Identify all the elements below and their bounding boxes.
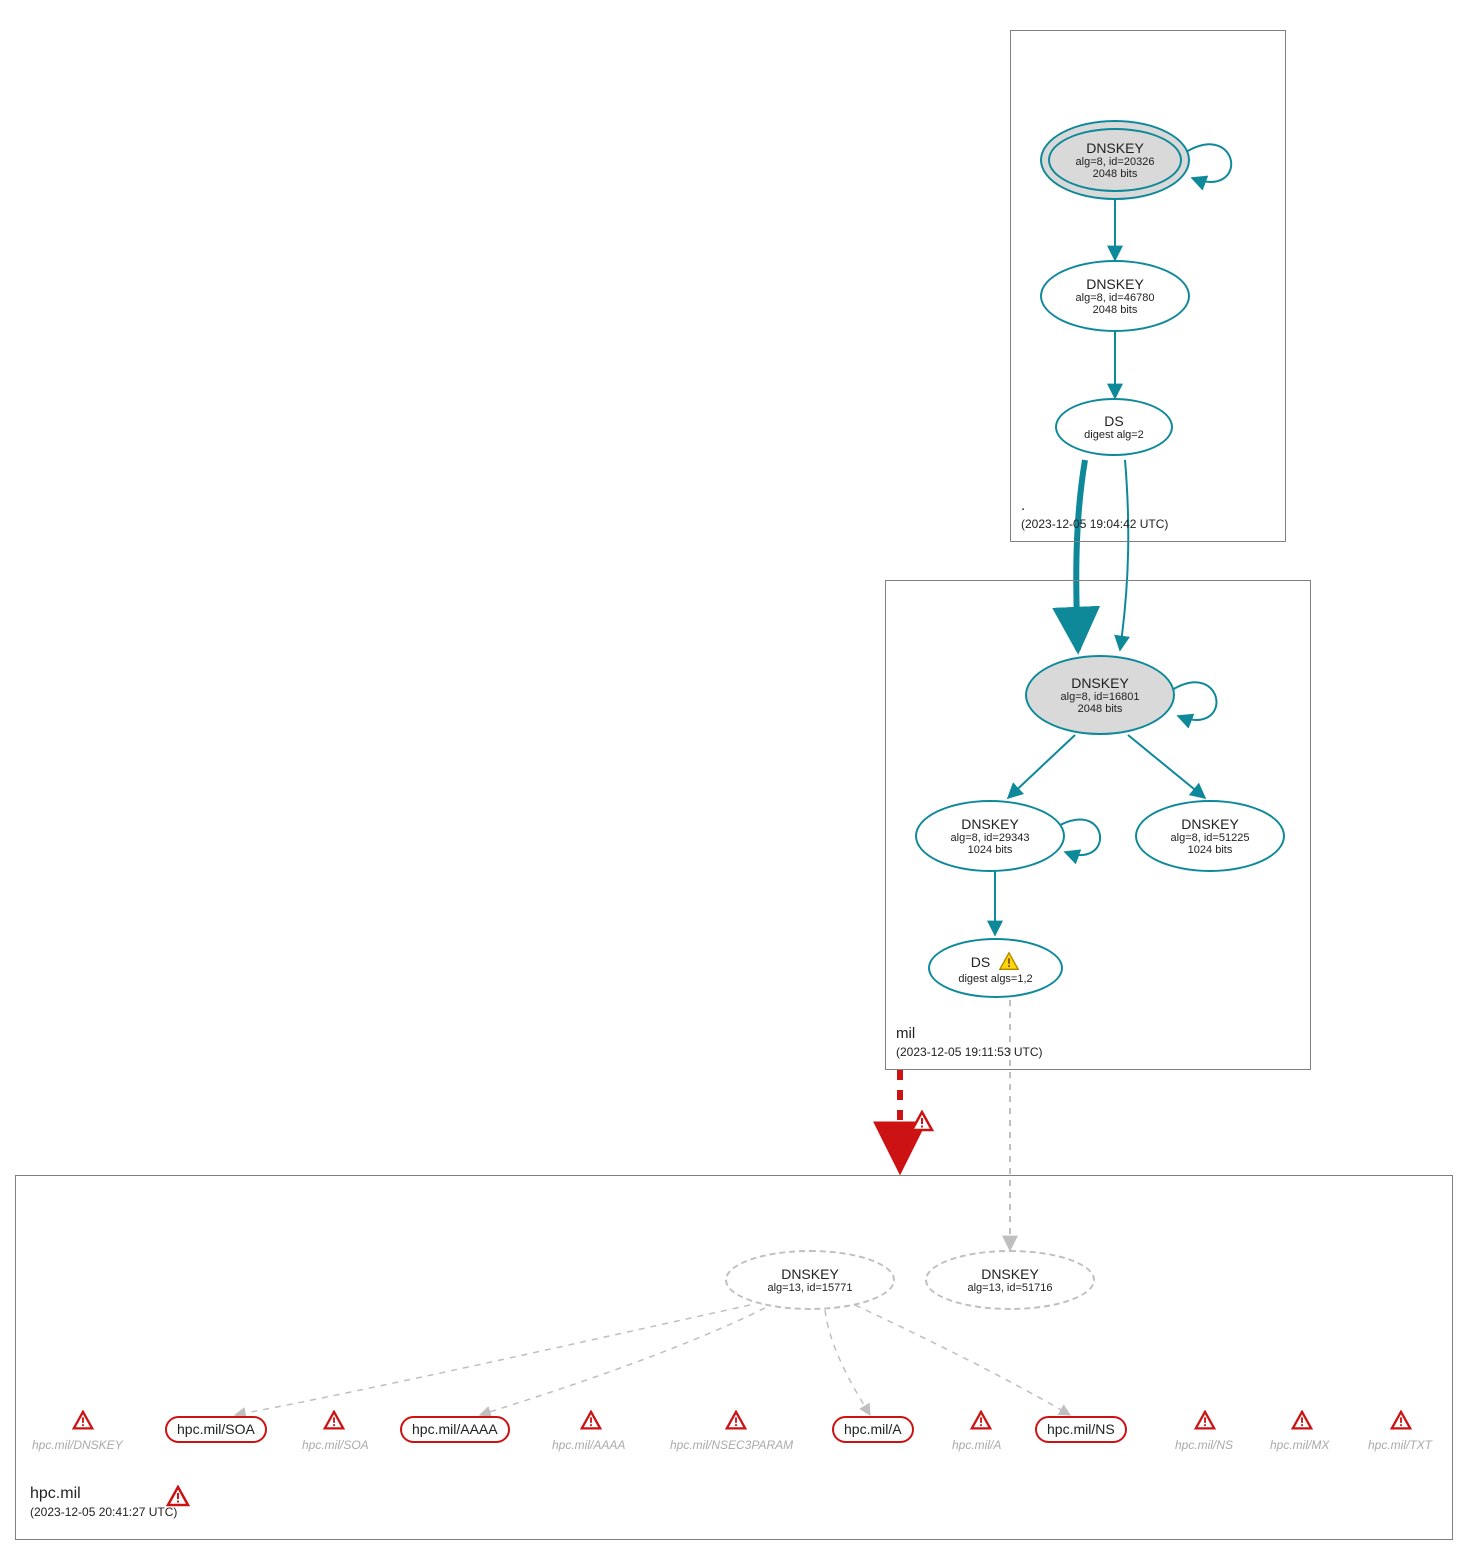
mil-dnskey-zsk2[interactable]: DNSKEY alg=8, id=51225 1024 bits (1135, 800, 1285, 872)
error-icon (166, 1485, 190, 1509)
hpc-dnskey-2[interactable]: DNSKEY alg=13, id=51716 (925, 1250, 1095, 1310)
error-icon (725, 1410, 747, 1432)
error-icon (1194, 1410, 1216, 1432)
warning-icon (998, 951, 1020, 973)
node-title: DNSKEY (1071, 675, 1129, 691)
hpc-rr-mx-gray: hpc.mil/MX (1270, 1438, 1329, 1452)
zone-mil-name: mil (896, 1025, 915, 1042)
root-dnskey-zsk[interactable]: DNSKEY alg=8, id=46780 2048 bits (1040, 260, 1190, 332)
error-icon (910, 1110, 934, 1134)
node-line2: alg=8, id=51225 (1171, 832, 1250, 844)
zone-root-ts: (2023-12-05 19:04:42 UTC) (1021, 517, 1168, 531)
hpc-rr-aaaa[interactable]: hpc.mil/AAAA (400, 1416, 510, 1443)
node-title: DNSKEY (781, 1266, 839, 1282)
node-line2: alg=8, id=20326 (1076, 156, 1155, 168)
diagram-canvas: . (2023-12-05 19:04:42 UTC) DNSKEY alg=8… (0, 0, 1457, 1558)
node-line2: alg=8, id=16801 (1061, 691, 1140, 703)
error-icon (580, 1410, 602, 1432)
node-title: DNSKEY (961, 816, 1019, 832)
root-dnskey-ksk[interactable]: DNSKEY alg=8, id=20326 2048 bits (1040, 120, 1190, 200)
zone-hpc-name: hpc.mil (30, 1485, 81, 1502)
node-title: DS (1104, 413, 1123, 429)
mil-dnskey-zsk1[interactable]: DNSKEY alg=8, id=29343 1024 bits (915, 800, 1065, 872)
node-line3: 2048 bits (1093, 304, 1138, 316)
hpc-rr-a-gray: hpc.mil/A (952, 1438, 1001, 1452)
rr-label: hpc.mil/AAAA (412, 1421, 498, 1438)
hpc-rr-a[interactable]: hpc.mil/A (832, 1416, 914, 1443)
node-line3: 1024 bits (968, 844, 1013, 856)
node-line2: alg=13, id=15771 (767, 1282, 852, 1294)
node-line3: 2048 bits (1093, 168, 1138, 180)
hpc-rr-dnskey-label: hpc.mil/DNSKEY (32, 1438, 123, 1452)
node-title: DNSKEY (981, 1266, 1039, 1282)
node-title: DNSKEY (1086, 140, 1144, 156)
node-line2: alg=8, id=46780 (1076, 292, 1155, 304)
node-title: DS (971, 954, 990, 970)
error-icon (1390, 1410, 1412, 1432)
node-line2: digest algs=1,2 (958, 973, 1032, 985)
mil-ds[interactable]: DS digest algs=1,2 (928, 938, 1063, 998)
error-icon (1291, 1410, 1313, 1432)
mil-dnskey-ksk[interactable]: DNSKEY alg=8, id=16801 2048 bits (1025, 655, 1175, 735)
zone-mil-ts: (2023-12-05 19:11:53 UTC) (896, 1045, 1043, 1059)
node-line2: alg=13, id=51716 (967, 1282, 1052, 1294)
hpc-rr-aaaa-gray: hpc.mil/AAAA (552, 1438, 625, 1452)
hpc-rr-ns-gray: hpc.mil/NS (1175, 1438, 1233, 1452)
root-ds[interactable]: DS digest alg=2 (1055, 398, 1173, 456)
zone-hpc: hpc.mil (2023-12-05 20:41:27 UTC) (15, 1175, 1453, 1540)
zone-root-name: . (1021, 497, 1025, 514)
zone-hpc-ts: (2023-12-05 20:41:27 UTC) (30, 1505, 177, 1519)
hpc-rr-ns[interactable]: hpc.mil/NS (1035, 1416, 1127, 1443)
node-line3: 2048 bits (1078, 703, 1123, 715)
error-icon (72, 1410, 94, 1432)
hpc-dnskey-1[interactable]: DNSKEY alg=13, id=15771 (725, 1250, 895, 1310)
node-title: DNSKEY (1086, 276, 1144, 292)
hpc-rr-soa[interactable]: hpc.mil/SOA (165, 1416, 267, 1443)
hpc-rr-soa-gray: hpc.mil/SOA (302, 1438, 369, 1452)
rr-label: hpc.mil/NS (1047, 1421, 1115, 1438)
rr-label: hpc.mil/A (844, 1421, 902, 1438)
node-title: DNSKEY (1181, 816, 1239, 832)
node-line2: alg=8, id=29343 (951, 832, 1030, 844)
node-line2: digest alg=2 (1084, 429, 1144, 441)
hpc-rr-txt-gray: hpc.mil/TXT (1368, 1438, 1432, 1452)
hpc-rr-nsec3param-gray: hpc.mil/NSEC3PARAM (670, 1438, 793, 1452)
node-line3: 1024 bits (1188, 844, 1233, 856)
rr-label: hpc.mil/SOA (177, 1421, 255, 1438)
error-icon (970, 1410, 992, 1432)
error-icon (323, 1410, 345, 1432)
